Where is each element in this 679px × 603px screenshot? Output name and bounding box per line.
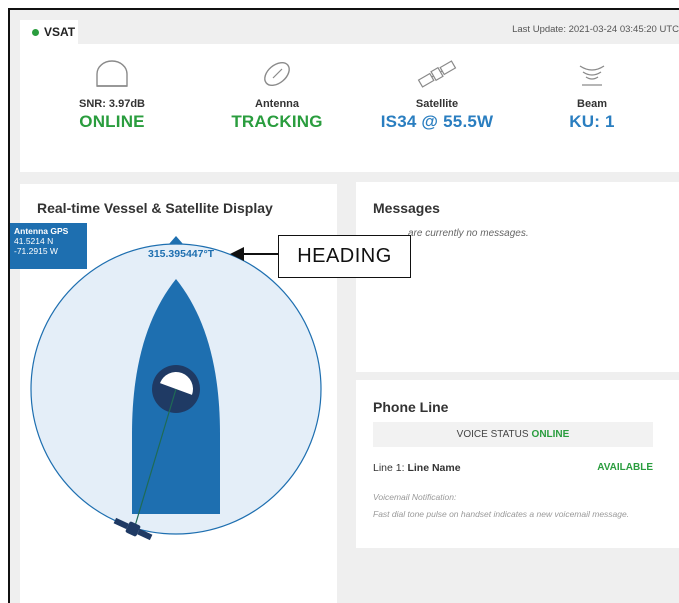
gps-lat: 41.5214 N (14, 236, 54, 246)
stat-snr-label: SNR: 3.97dB (78, 98, 146, 110)
tab-vsat-label: VSAT (44, 25, 76, 39)
gps-lon: -71.2915 W (14, 246, 58, 256)
gps-title: Antenna GPS (14, 226, 69, 236)
antenna-gps-box: Antenna GPS 41.5214 N -71.2915 W (10, 223, 87, 269)
beam-signal-icon (579, 65, 605, 86)
stat-antenna-value: TRACKING (231, 112, 323, 131)
last-update: Last Update: 2021-03-24 03:45:20 UTC (512, 24, 679, 35)
tab-vsat[interactable]: VSAT (20, 20, 78, 44)
voicemail-text: Fast dial tone pulse on handset indicate… (373, 509, 630, 519)
stat-beam: Beam KU: 1 (517, 58, 667, 132)
satellite-icon (417, 60, 457, 88)
line-name: Line Name (407, 462, 461, 474)
voicemail-title: Voicemail Notification: (373, 492, 457, 502)
messages-empty-text: are currently no messages. (408, 228, 529, 239)
stat-antenna-label: Antenna (255, 98, 299, 110)
stat-satellite: Satellite IS34 @ 55.5W (362, 58, 512, 132)
dashboard-frame: VSAT Last Update: 2021-03-24 03:45:20 UT… (8, 8, 679, 603)
line-row: Line 1: Line Name AVAILABLE (373, 462, 653, 474)
stat-satellite-label: Satellite (415, 98, 459, 110)
voice-status-label: VOICE STATUS (456, 429, 529, 440)
stat-snr-value: ONLINE (79, 112, 145, 131)
stat-satellite-value: IS34 @ 55.5W (380, 112, 494, 131)
vsat-panel: VSAT Last Update: 2021-03-24 03:45:20 UT… (20, 20, 679, 172)
stat-beam-label: Beam (577, 98, 607, 110)
heading-marker-icon (169, 236, 183, 244)
phone-line-title: Phone Line (373, 399, 449, 415)
line-prefix: Line 1: (373, 462, 405, 474)
voice-status-value: ONLINE (531, 429, 570, 440)
heading-value: 315.395447°T (148, 248, 215, 260)
stat-beam-value: KU: 1 (569, 112, 615, 131)
stat-antenna: Antenna TRACKING (202, 58, 352, 132)
antenna-dome-icon (96, 60, 128, 87)
dish-icon (264, 61, 290, 87)
phone-line-panel: Phone Line VOICE STATUS ONLINE Line 1: L… (356, 380, 679, 548)
messages-title: Messages (373, 200, 440, 216)
heading-callout: HEADING (278, 235, 411, 278)
status-dot-icon (32, 28, 39, 36)
stat-snr: SNR: 3.97dB ONLINE (37, 58, 187, 132)
line-status: AVAILABLE (597, 462, 653, 473)
voice-status: VOICE STATUS ONLINE (373, 422, 653, 447)
